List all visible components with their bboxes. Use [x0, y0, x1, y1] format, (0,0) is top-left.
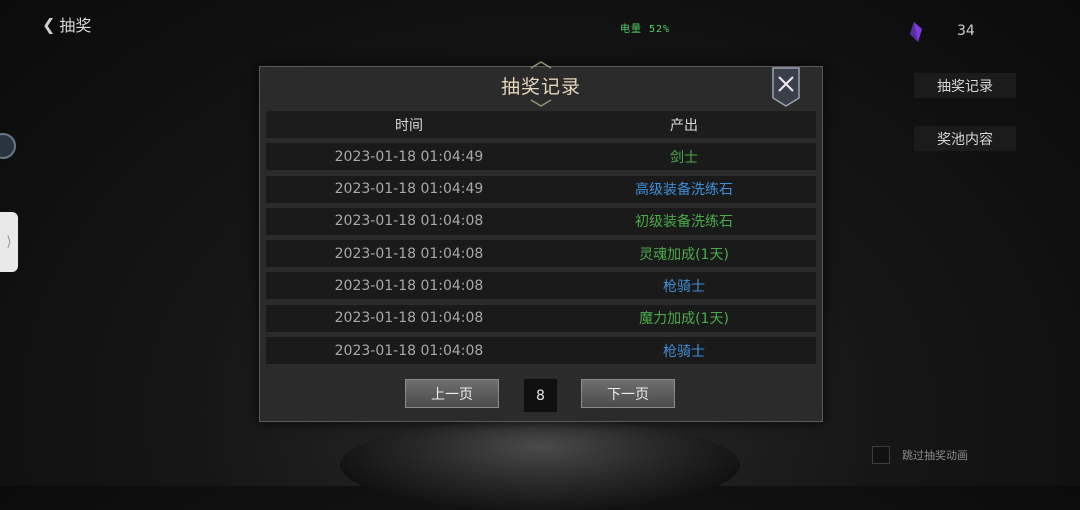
- row-item: 剑士: [670, 149, 698, 166]
- row-time: 2023-01-18 01:04:08: [334, 277, 484, 294]
- row-time: 2023-01-18 01:04:08: [334, 245, 484, 262]
- close-icon[interactable]: [772, 67, 800, 107]
- row-item: 枪骑士: [663, 343, 705, 360]
- crystal-icon: [910, 22, 922, 42]
- chevron-left-icon: ❮: [42, 14, 56, 34]
- row-time: 2023-01-18 01:04:08: [334, 310, 484, 327]
- row-time: 2023-01-18 01:04:49: [334, 181, 484, 198]
- lottery-pedestal: [340, 420, 740, 510]
- back-button[interactable]: ❮ 抽奖: [42, 12, 91, 36]
- row-item: 高级装备洗练石: [635, 182, 733, 199]
- row-item: 枪骑士: [663, 278, 705, 295]
- table-row: 2023-01-18 01:04:49 高级装备洗练石: [266, 175, 816, 203]
- prev-page-button[interactable]: 上一页: [405, 379, 499, 408]
- table-row: 2023-01-18 01:04:08 枪骑士: [266, 337, 816, 365]
- row-item: 灵魂加成(1天): [639, 246, 729, 263]
- lottery-history-dialog: 抽奖记录 时间 产出 2023-01-18 01:04:49 剑士 2023-0…: [259, 61, 823, 422]
- chevron-right-icon: ⟩: [6, 234, 12, 250]
- history-table: 时间 产出 2023-01-18 01:04:49 剑士 2023-01-18 …: [266, 111, 816, 365]
- dialog-title: 抽奖记录: [500, 76, 581, 98]
- skip-animation-toggle[interactable]: 跳过抽奖动画: [872, 446, 968, 464]
- row-time: 2023-01-18 01:04:08: [334, 342, 484, 359]
- pagination: 上一页 8 下一页: [260, 379, 822, 412]
- side-circle-icon[interactable]: [0, 133, 16, 159]
- skip-animation-label: 跳过抽奖动画: [902, 449, 968, 462]
- page-number: 8: [524, 379, 557, 412]
- pool-content-button[interactable]: 奖池内容: [914, 126, 1016, 151]
- table-row: 2023-01-18 01:04:08 初级装备洗练石: [266, 207, 816, 235]
- crystal-count: 34: [957, 23, 975, 39]
- row-item: 初级装备洗练石: [635, 214, 733, 231]
- row-time: 2023-01-18 01:04:49: [334, 148, 484, 165]
- side-expand-tab[interactable]: ⟩: [0, 212, 18, 272]
- battery-indicator: 电量 52%: [620, 24, 671, 35]
- row-item: 魔力加成(1天): [639, 311, 729, 328]
- table-row: 2023-01-18 01:04:49 剑士: [266, 143, 816, 171]
- row-time: 2023-01-18 01:04:08: [334, 213, 484, 230]
- ornament-bottom-icon: [530, 99, 552, 107]
- column-time: 时间: [395, 117, 423, 134]
- history-button[interactable]: 抽奖记录: [914, 73, 1016, 98]
- column-output: 产出: [670, 117, 698, 134]
- table-row: 2023-01-18 01:04:08 灵魂加成(1天): [266, 240, 816, 268]
- ornament-top-icon: [530, 61, 552, 69]
- table-row: 2023-01-18 01:04:08 魔力加成(1天): [266, 304, 816, 332]
- back-label: 抽奖: [59, 16, 92, 35]
- skip-checkbox[interactable]: [872, 446, 890, 464]
- table-row: 2023-01-18 01:04:08 枪骑士: [266, 272, 816, 300]
- table-header: 时间 产出: [266, 111, 816, 138]
- next-page-button[interactable]: 下一页: [581, 379, 675, 408]
